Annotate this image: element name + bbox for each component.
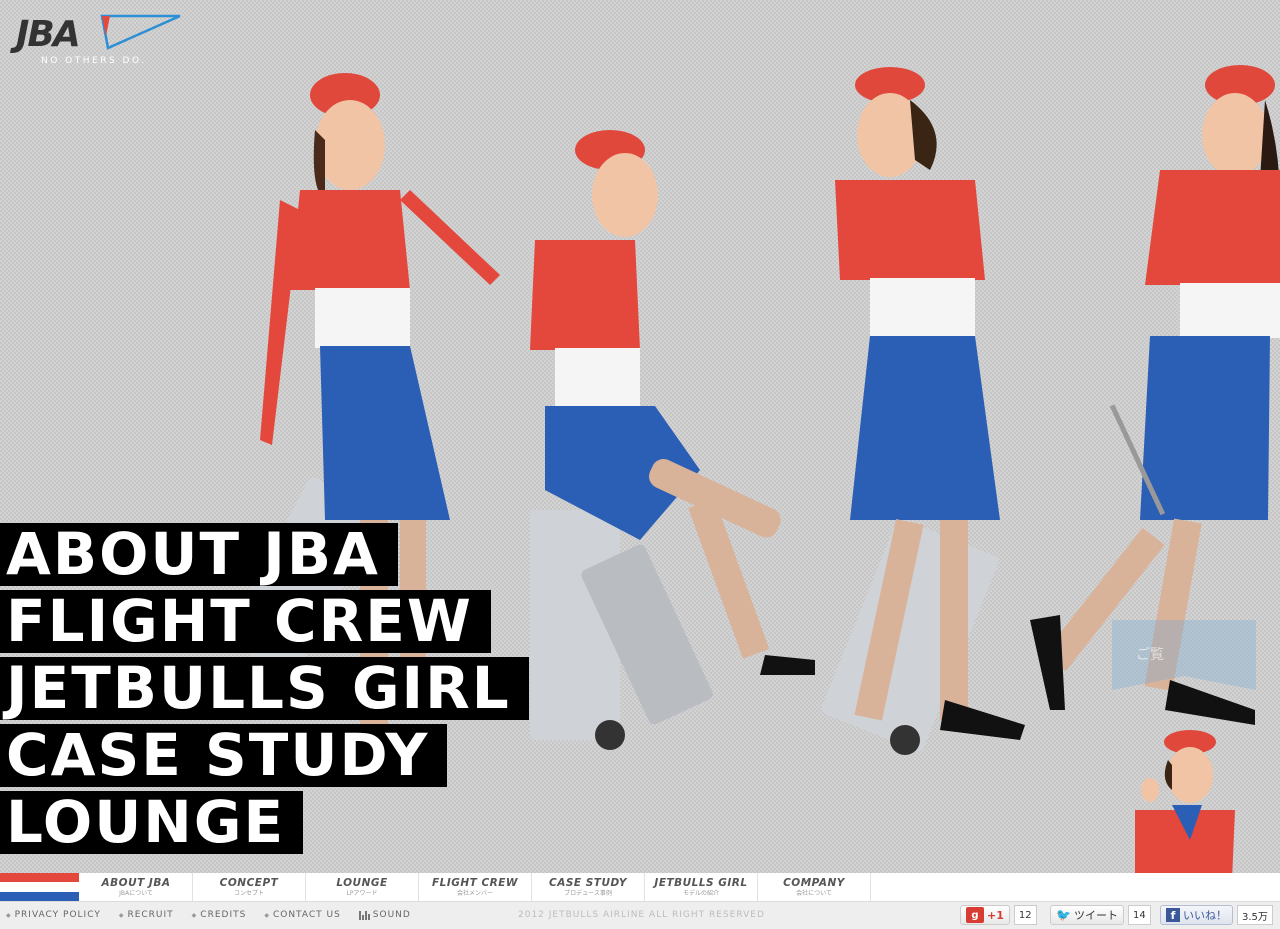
tricolor-flag-icon xyxy=(0,873,79,901)
footer-link-credits[interactable]: ◆ CREDITS xyxy=(192,910,247,920)
nav-item-label: ABOUT JBA xyxy=(101,877,171,889)
nav-item-label: LOUNGE xyxy=(336,877,388,889)
tweet-widget: 🐦 ツイート 14 xyxy=(1050,905,1151,925)
gplus-widget: g +1 12 xyxy=(960,905,1037,925)
nav-item-about-jba[interactable]: ABOUT JBA JBAについて xyxy=(80,873,193,901)
nav-item-sublabel: 会社について xyxy=(796,890,832,897)
diamond-bullet-icon: ◆ xyxy=(118,911,125,919)
footer-link-label: CONTACT US xyxy=(272,910,341,920)
nav-item-label: JETBULLS GIRL xyxy=(654,877,748,889)
nav-item-sublabel: 会社メンバー xyxy=(456,890,493,897)
twitter-bird-icon: 🐦 xyxy=(1056,908,1071,922)
tweet-label: ツイート xyxy=(1073,909,1118,922)
nav-item-concept[interactable]: CONCEPT コンセプト xyxy=(193,873,306,901)
diamond-bullet-icon: ◆ xyxy=(264,911,270,919)
sound-toggle[interactable]: SOUND xyxy=(358,910,411,920)
nav-item-lounge[interactable]: LOUNGE LPアワード xyxy=(306,873,419,901)
nav-item-case-study[interactable]: CASE STUDY プロデュース事例 xyxy=(532,873,645,901)
big-menu-case-study[interactable]: CASE STUDY xyxy=(0,724,448,787)
nav-item-flight-crew[interactable]: FLIGHT CREW 会社メンバー xyxy=(419,873,532,901)
footer-link-recruit[interactable]: ◆ RECRUIT xyxy=(119,910,174,920)
nav-item-sublabel: モデルの紹介 xyxy=(682,890,719,897)
sound-bars-icon xyxy=(358,910,370,920)
big-menu: ABOUT JBA FLIGHT CREW JETBULLS GIRL CASE… xyxy=(0,523,529,858)
footer-link-contact-us[interactable]: ◆ CONTACT US xyxy=(264,910,340,920)
big-menu-about-jba[interactable]: ABOUT JBA xyxy=(0,523,398,586)
facebook-like-count: 3.5万 xyxy=(1237,905,1273,925)
tweet-count: 14 xyxy=(1127,905,1151,925)
crew-figure-sitting xyxy=(515,130,825,760)
nav-item-label: COMPANY xyxy=(783,877,845,889)
global-nav: ABOUT JBA JBAについて CONCEPT コンセプト LOUNGE L… xyxy=(0,873,1280,901)
sound-label: SOUND xyxy=(372,910,411,920)
nav-item-sublabel: コンセプト xyxy=(233,890,264,897)
footer: ◆ PRIVACY POLICY ◆ RECRUIT ◆ CREDITS ◆ C… xyxy=(0,901,1280,929)
tweet-button[interactable]: 🐦 ツイート xyxy=(1050,905,1124,925)
nav-item-label: FLIGHT CREW xyxy=(431,877,519,889)
nav-item-company[interactable]: COMPANY 会社について xyxy=(758,873,871,901)
gplus-count: 12 xyxy=(1013,905,1037,925)
gplus-label: +1 xyxy=(987,908,1004,922)
nav-item-jetbulls-girl[interactable]: JETBULLS GIRL モデルの紹介 xyxy=(645,873,758,901)
facebook-like-widget: f いいね！ 3.5万 xyxy=(1160,905,1273,925)
nav-item-sublabel: JBAについて xyxy=(119,890,153,897)
gplus-icon: g xyxy=(966,907,984,923)
nav-item-sublabel: プロデュース事例 xyxy=(564,890,612,897)
footer-link-label: RECRUIT xyxy=(127,910,174,920)
diamond-bullet-icon: ◆ xyxy=(191,911,198,919)
diamond-bullet-icon: ◆ xyxy=(6,911,12,919)
big-menu-lounge[interactable]: LOUNGE xyxy=(0,791,304,854)
facebook-like-button[interactable]: f いいね！ xyxy=(1160,905,1233,925)
side-ribbon-label: ご覧 xyxy=(1136,647,1164,663)
big-menu-flight-crew[interactable]: FLIGHT CREW xyxy=(0,590,491,653)
logo-text: JBA xyxy=(16,14,81,55)
big-menu-jetbulls-girl[interactable]: JETBULLS GIRL xyxy=(0,657,529,720)
facebook-like-label: いいね！ xyxy=(1183,909,1227,922)
gplus-button[interactable]: g +1 xyxy=(960,905,1010,925)
facebook-icon: f xyxy=(1166,908,1180,922)
footer-link-privacy-policy[interactable]: ◆ PRIVACY POLICY xyxy=(6,910,101,920)
nav-item-label: CONCEPT xyxy=(219,877,279,889)
copyright-text: 2012 JETBULLS AIRLINE ALL RIGHT RESERVED xyxy=(518,910,765,920)
logo-tagline: NO OTHERS DO. xyxy=(41,56,147,66)
footer-link-label: CREDITS xyxy=(200,910,247,920)
footer-link-label: PRIVACY POLICY xyxy=(14,910,101,920)
nav-item-sublabel: LPアワード xyxy=(346,890,378,897)
nav-item-label: CASE STUDY xyxy=(549,877,627,889)
jba-logo[interactable]: JBA NO OTHERS DO. xyxy=(14,10,184,72)
